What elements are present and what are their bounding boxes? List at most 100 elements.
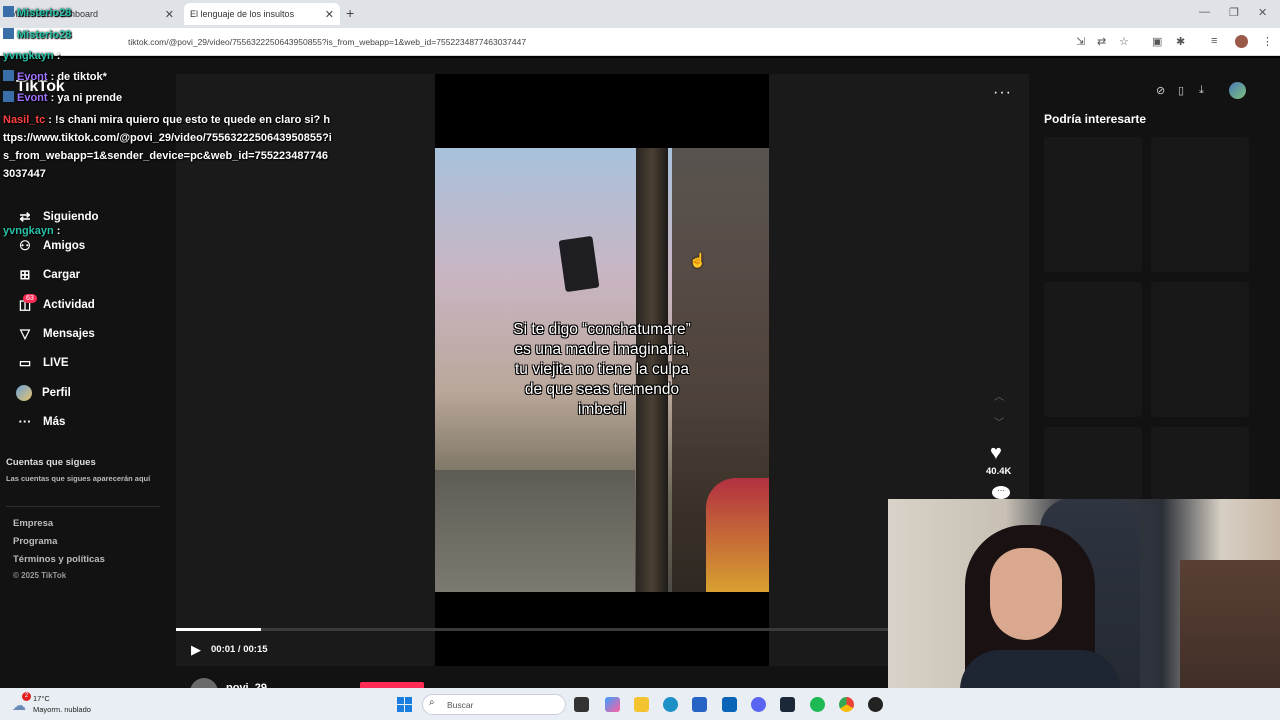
chat-text: : !s chani mira quiero que esto te quede… xyxy=(3,114,332,180)
maximize-icon[interactable]: ❐ xyxy=(1229,6,1239,19)
video-speaker xyxy=(558,235,600,293)
minimize-icon[interactable]: — xyxy=(1199,6,1210,18)
chat-username: Misterio28 xyxy=(17,29,72,41)
messages-icon: ▽ xyxy=(20,326,30,341)
recommend-card[interactable] xyxy=(1044,137,1142,272)
chevron-down-icon[interactable]: ﹀ xyxy=(994,414,1004,429)
paid-icon[interactable]: ⊘ xyxy=(1156,84,1165,97)
video-time: 00:01 / 00:15 xyxy=(211,644,268,655)
progress-bar[interactable] xyxy=(176,628,888,631)
upload-icon: ⊞ xyxy=(19,267,31,282)
obs-icon[interactable] xyxy=(868,697,883,712)
chat-message: yvngkayn : xyxy=(3,222,60,240)
weather-temp[interactable]: 17°C xyxy=(33,694,50,703)
search-icon: ⌕ xyxy=(429,697,435,708)
recommend-card[interactable] xyxy=(1151,137,1249,272)
task-view-icon[interactable] xyxy=(574,697,589,712)
footer-link-terms[interactable]: Términos y políticas xyxy=(13,554,105,565)
sidebar-item-more[interactable]: ··· Más xyxy=(16,412,66,432)
tab-tiktok-video[interactable]: El lenguaje de los insultos ✕ xyxy=(184,3,340,25)
translate-icon[interactable]: ⇄ xyxy=(1097,35,1106,48)
url-field[interactable]: tiktok.com/@povi_29/video/75563222506439… xyxy=(108,31,1058,53)
video-caption: Si te digo “conchatumare” es una madre i… xyxy=(513,321,691,418)
like-count: 40.4K xyxy=(986,466,1012,477)
twitch-badge-icon xyxy=(3,6,14,17)
close-icon[interactable]: ✕ xyxy=(325,8,334,21)
heart-icon[interactable]: ♥ xyxy=(990,442,1002,465)
chat-username: Evont xyxy=(17,71,48,83)
more-options-button[interactable]: ··· xyxy=(993,84,1012,102)
sidebar-item-profile[interactable]: Perfil xyxy=(16,383,71,403)
recommend-card[interactable] xyxy=(1151,282,1249,417)
chat-message-long: Nasil_tc : !s chani mira quiero que esto… xyxy=(3,111,333,183)
sidebar-item-label: Cargar xyxy=(43,269,81,281)
recommend-card[interactable] xyxy=(1151,427,1249,499)
discord-icon[interactable] xyxy=(751,697,766,712)
new-tab-button[interactable]: + xyxy=(346,5,354,21)
edge-icon[interactable] xyxy=(663,697,678,712)
file-explorer-icon[interactable] xyxy=(634,697,649,712)
sidebar-item-messages[interactable]: ▽ Mensajes xyxy=(16,324,95,344)
reading-list-icon[interactable]: ≡ xyxy=(1211,35,1217,47)
chat-message: Misterio28 xyxy=(3,4,71,22)
footer-link-program[interactable]: Programa xyxy=(13,536,57,547)
activity-badge: 63 xyxy=(23,294,37,303)
copilot-icon[interactable] xyxy=(605,697,620,712)
browser-profile-avatar[interactable] xyxy=(1235,35,1248,48)
sidebar-item-label: Perfil xyxy=(42,387,71,399)
hand-cursor-icon: ☝ xyxy=(689,252,707,268)
chat-username: Nasil_tc xyxy=(3,114,46,126)
extensions-icon[interactable]: ✱ xyxy=(1176,35,1185,48)
chevron-up-icon[interactable]: ︿ xyxy=(994,388,1004,403)
chat-username: yvngkayn xyxy=(3,225,54,237)
more-icon: ··· xyxy=(18,414,32,429)
outlook-icon[interactable] xyxy=(722,697,737,712)
live-icon: ▭ xyxy=(18,355,32,370)
chat-text: : ya ni prende xyxy=(47,92,123,104)
install-app-icon[interactable]: ⇲ xyxy=(1076,35,1085,48)
footer-link-company[interactable]: Empresa xyxy=(13,518,53,529)
windows-start-icon[interactable] xyxy=(397,697,412,712)
chat-text: : de tiktok* xyxy=(47,71,107,83)
sidebar-item-label: Actividad xyxy=(43,299,95,311)
following-header: Cuentas que sigues xyxy=(6,457,96,468)
chat-message: Misterio28 xyxy=(3,26,71,44)
play-icon[interactable]: ▶ xyxy=(191,642,201,658)
taskbar-search-input[interactable]: Buscar xyxy=(422,694,566,715)
device-icon[interactable]: ▯ xyxy=(1178,84,1184,97)
user-avatar[interactable] xyxy=(1229,82,1246,99)
window-close-icon[interactable]: ✕ xyxy=(1258,6,1267,19)
recommend-card[interactable] xyxy=(1044,427,1142,499)
recommend-title: Podría interesarte xyxy=(1044,112,1147,126)
chat-text: : xyxy=(53,50,61,62)
sidebar-item-live[interactable]: ▭ LIVE xyxy=(16,353,69,373)
chat-message: Evont : de tiktok* xyxy=(3,68,107,86)
twitch-badge-icon xyxy=(3,28,14,39)
video-street-scene xyxy=(435,470,635,592)
spotify-icon[interactable] xyxy=(810,697,825,712)
steam-icon[interactable] xyxy=(780,697,795,712)
sidebar-item-label: LIVE xyxy=(43,357,69,369)
comment-icon[interactable]: ··· xyxy=(992,486,1010,499)
weather-desc[interactable]: Mayorm. nublado xyxy=(33,705,91,714)
chrome-icon[interactable] xyxy=(839,697,854,712)
sidebar-item-upload[interactable]: ⊞ Cargar xyxy=(16,265,81,285)
video-seat xyxy=(706,478,769,592)
profile-avatar xyxy=(16,385,32,401)
tab-label: El lenguaje de los insultos xyxy=(190,9,295,19)
twitch-badge-icon xyxy=(3,70,14,81)
chat-text: : xyxy=(53,225,61,237)
store-icon[interactable] xyxy=(692,697,707,712)
sidebar-item-label: Amigos xyxy=(43,240,86,252)
download-icon[interactable]: ⤓ xyxy=(1199,84,1204,97)
sidebar-item-label: Mensajes xyxy=(43,328,95,340)
close-icon[interactable]: ✕ xyxy=(165,8,174,21)
progress-fill xyxy=(176,628,262,631)
recommend-card[interactable] xyxy=(1044,282,1142,417)
bookmark-star-icon[interactable]: ☆ xyxy=(1119,35,1129,48)
following-note: Las cuentas que sigues aparecerán aquí xyxy=(6,474,151,483)
twitch-badge-icon xyxy=(3,91,14,102)
browser-menu-icon[interactable]: ⋮ xyxy=(1262,35,1273,48)
screen-capture-icon[interactable]: ▣ xyxy=(1152,35,1162,48)
chat-message: yvngkayn : xyxy=(3,47,60,65)
